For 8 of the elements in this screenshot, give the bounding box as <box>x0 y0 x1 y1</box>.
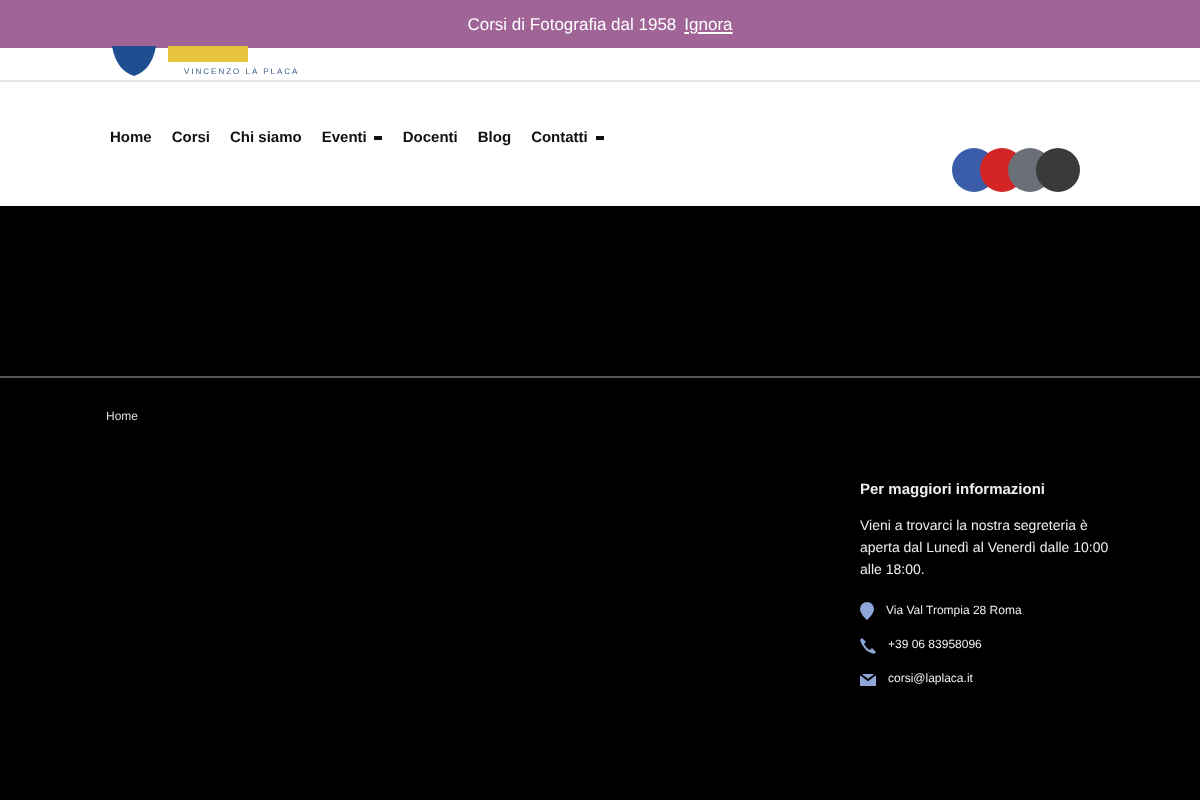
envelope-icon <box>860 672 876 686</box>
location-pin-icon <box>860 602 874 620</box>
dismiss-link[interactable]: Ignora <box>684 14 733 34</box>
social-icon[interactable] <box>1036 148 1080 192</box>
banner-text: Corsi di Fotografia dal 1958 <box>467 14 677 34</box>
dropdown-caret-icon <box>374 136 383 141</box>
dropdown-caret-icon <box>595 136 604 141</box>
phone-icon <box>860 637 876 653</box>
